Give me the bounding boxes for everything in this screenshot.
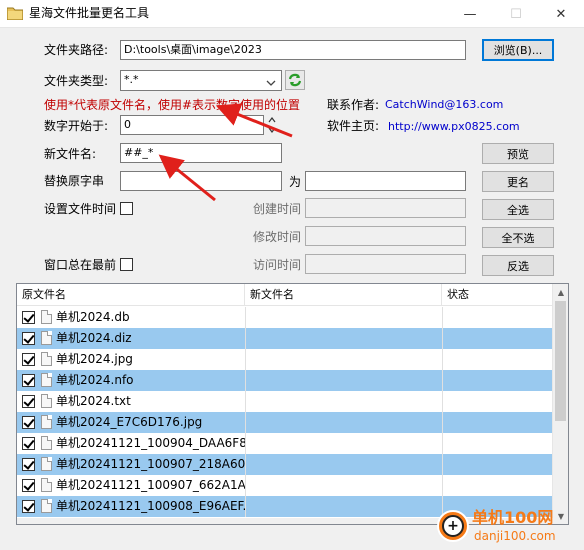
arrow-to-new-name xyxy=(158,154,216,202)
annotation-arrows xyxy=(158,103,293,202)
watermark-text: 单机100网 xyxy=(472,508,554,527)
watermark-domain: danji100.com xyxy=(474,529,556,543)
plus-icon: + xyxy=(442,515,464,537)
arrow-to-hint xyxy=(215,103,293,138)
